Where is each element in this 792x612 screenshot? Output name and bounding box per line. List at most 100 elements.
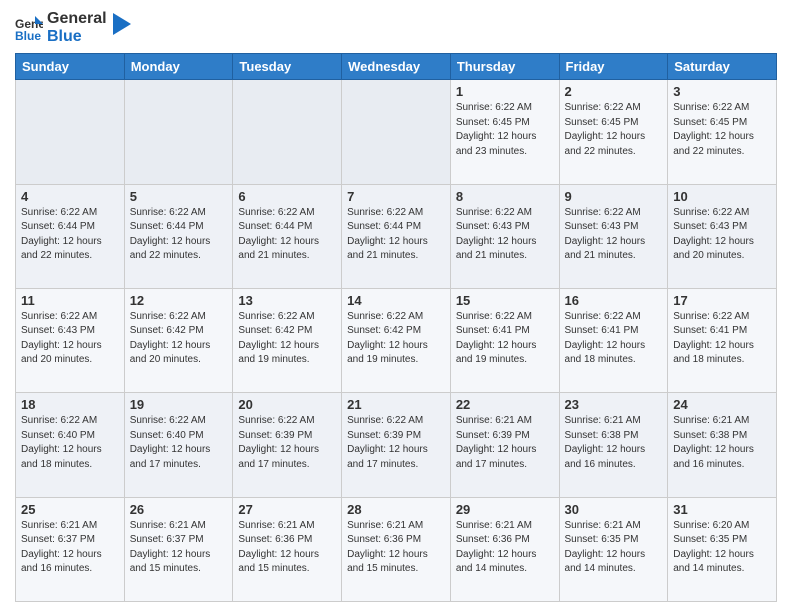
calendar-cell: 15 Sunrise: 6:22 AM Sunset: 6:41 PM Dayli…	[450, 288, 559, 392]
calendar-cell: 13Sunrise: 6:22 AM Sunset: 6:42 PM Dayli…	[233, 288, 342, 392]
day-number: 1	[456, 84, 554, 99]
calendar-row-1: 4 Sunrise: 6:22 AM Sunset: 6:44 PM Daylig…	[16, 184, 777, 288]
weekday-header-sunday: Sunday	[16, 54, 125, 80]
day-number: 18	[21, 397, 119, 412]
calendar-row-2: 11 Sunrise: 6:22 AM Sunset: 6:43 PM Dayli…	[16, 288, 777, 392]
weekday-header-friday: Friday	[559, 54, 668, 80]
day-info: Sunrise: 6:22 AM Sunset: 6:44 PM Dayligh…	[130, 206, 228, 264]
day-number: 23	[565, 397, 663, 412]
calendar-cell: 26Sunrise: 6:21 AM Sunset: 6:37 PM Dayli…	[124, 497, 233, 601]
day-number: 15	[456, 293, 554, 308]
day-number: 20	[238, 397, 336, 412]
day-number: 24	[673, 397, 771, 412]
day-info: Sunrise: 6:21 AM Sunset: 6:36 PM Dayligh…	[238, 519, 336, 577]
day-info: Sunrise: 6:22 AM Sunset: 6:45 PM Dayligh…	[673, 101, 771, 159]
day-number: 30	[565, 502, 663, 517]
day-info: Sunrise: 6:22 AM Sunset: 6:43 PM Dayligh…	[21, 310, 119, 368]
calendar-cell: 21 Sunrise: 6:22 AM Sunset: 6:39 PM Dayli…	[342, 393, 451, 497]
day-number: 21	[347, 397, 445, 412]
weekday-header-tuesday: Tuesday	[233, 54, 342, 80]
day-info: Sunrise: 6:22 AM Sunset: 6:44 PM Dayligh…	[21, 206, 119, 264]
calendar-cell: 31Sunrise: 6:20 AM Sunset: 6:35 PM Dayli…	[668, 497, 777, 601]
day-info: Sunrise: 6:21 AM Sunset: 6:37 PM Dayligh…	[21, 519, 119, 577]
calendar-cell: 16 Sunrise: 6:22 AM Sunset: 6:41 PM Dayli…	[559, 288, 668, 392]
day-info: Sunrise: 6:22 AM Sunset: 6:39 PM Dayligh…	[347, 414, 445, 472]
day-info: Sunrise: 6:22 AM Sunset: 6:41 PM Dayligh…	[456, 310, 554, 368]
logo-general: General	[47, 10, 107, 28]
logo-arrow-icon	[113, 13, 131, 35]
calendar-cell: 22 Sunrise: 6:21 AM Sunset: 6:39 PM Dayli…	[450, 393, 559, 497]
day-info: Sunrise: 6:22 AM Sunset: 6:45 PM Dayligh…	[456, 101, 554, 159]
day-number: 10	[673, 189, 771, 204]
calendar-cell: 11 Sunrise: 6:22 AM Sunset: 6:43 PM Dayli…	[16, 288, 125, 392]
calendar-cell: 10 Sunrise: 6:22 AM Sunset: 6:43 PM Dayli…	[668, 184, 777, 288]
day-info: Sunrise: 6:22 AM Sunset: 6:44 PM Dayligh…	[238, 206, 336, 264]
day-number: 9	[565, 189, 663, 204]
calendar-cell: 14Sunrise: 6:22 AM Sunset: 6:42 PM Dayli…	[342, 288, 451, 392]
day-number: 16	[565, 293, 663, 308]
calendar-cell: 8 Sunrise: 6:22 AM Sunset: 6:43 PM Daylig…	[450, 184, 559, 288]
day-number: 11	[21, 293, 119, 308]
weekday-header-row: SundayMondayTuesdayWednesdayThursdayFrid…	[16, 54, 777, 80]
calendar-cell: 20Sunrise: 6:22 AM Sunset: 6:39 PM Dayli…	[233, 393, 342, 497]
calendar-cell: 2Sunrise: 6:22 AM Sunset: 6:45 PM Daylig…	[559, 80, 668, 184]
day-info: Sunrise: 6:21 AM Sunset: 6:35 PM Dayligh…	[565, 519, 663, 577]
day-info: Sunrise: 6:22 AM Sunset: 6:43 PM Dayligh…	[565, 206, 663, 264]
calendar-cell: 23 Sunrise: 6:21 AM Sunset: 6:38 PM Dayli…	[559, 393, 668, 497]
day-number: 12	[130, 293, 228, 308]
day-number: 19	[130, 397, 228, 412]
calendar-row-4: 25 Sunrise: 6:21 AM Sunset: 6:37 PM Dayli…	[16, 497, 777, 601]
day-info: Sunrise: 6:21 AM Sunset: 6:39 PM Dayligh…	[456, 414, 554, 472]
day-info: Sunrise: 6:21 AM Sunset: 6:38 PM Dayligh…	[565, 414, 663, 472]
weekday-header-saturday: Saturday	[668, 54, 777, 80]
day-info: Sunrise: 6:22 AM Sunset: 6:45 PM Dayligh…	[565, 101, 663, 159]
calendar-cell: 29 Sunrise: 6:21 AM Sunset: 6:36 PM Dayli…	[450, 497, 559, 601]
calendar-cell: 5 Sunrise: 6:22 AM Sunset: 6:44 PM Daylig…	[124, 184, 233, 288]
day-number: 27	[238, 502, 336, 517]
logo: General Blue General Blue	[15, 10, 131, 45]
calendar-cell: 12Sunrise: 6:22 AM Sunset: 6:42 PM Dayli…	[124, 288, 233, 392]
day-info: Sunrise: 6:21 AM Sunset: 6:38 PM Dayligh…	[673, 414, 771, 472]
calendar-cell	[16, 80, 125, 184]
day-info: Sunrise: 6:22 AM Sunset: 6:40 PM Dayligh…	[130, 414, 228, 472]
calendar-cell: 25 Sunrise: 6:21 AM Sunset: 6:37 PM Dayli…	[16, 497, 125, 601]
day-info: Sunrise: 6:22 AM Sunset: 6:44 PM Dayligh…	[347, 206, 445, 264]
calendar-cell: 3 Sunrise: 6:22 AM Sunset: 6:45 PM Daylig…	[668, 80, 777, 184]
day-number: 4	[21, 189, 119, 204]
day-number: 26	[130, 502, 228, 517]
day-number: 29	[456, 502, 554, 517]
logo-icon: General Blue	[15, 14, 43, 42]
weekday-header-wednesday: Wednesday	[342, 54, 451, 80]
day-number: 14	[347, 293, 445, 308]
day-number: 7	[347, 189, 445, 204]
calendar-cell: 30 Sunrise: 6:21 AM Sunset: 6:35 PM Dayli…	[559, 497, 668, 601]
calendar-cell: 28Sunrise: 6:21 AM Sunset: 6:36 PM Dayli…	[342, 497, 451, 601]
day-number: 22	[456, 397, 554, 412]
day-info: Sunrise: 6:21 AM Sunset: 6:36 PM Dayligh…	[456, 519, 554, 577]
logo-blue: Blue	[47, 28, 107, 46]
day-number: 8	[456, 189, 554, 204]
day-number: 17	[673, 293, 771, 308]
day-info: Sunrise: 6:22 AM Sunset: 6:41 PM Dayligh…	[565, 310, 663, 368]
calendar-cell: 7 Sunrise: 6:22 AM Sunset: 6:44 PM Daylig…	[342, 184, 451, 288]
day-info: Sunrise: 6:22 AM Sunset: 6:43 PM Dayligh…	[456, 206, 554, 264]
calendar-cell: 9 Sunrise: 6:22 AM Sunset: 6:43 PM Daylig…	[559, 184, 668, 288]
day-info: Sunrise: 6:22 AM Sunset: 6:40 PM Dayligh…	[21, 414, 119, 472]
page: General Blue General Blue SundayMondayTu…	[0, 0, 792, 612]
day-info: Sunrise: 6:22 AM Sunset: 6:41 PM Dayligh…	[673, 310, 771, 368]
day-info: Sunrise: 6:22 AM Sunset: 6:43 PM Dayligh…	[673, 206, 771, 264]
calendar-cell: 18 Sunrise: 6:22 AM Sunset: 6:40 PM Dayli…	[16, 393, 125, 497]
header: General Blue General Blue	[15, 10, 777, 45]
calendar-cell	[233, 80, 342, 184]
day-number: 13	[238, 293, 336, 308]
day-info: Sunrise: 6:20 AM Sunset: 6:35 PM Dayligh…	[673, 519, 771, 577]
day-number: 3	[673, 84, 771, 99]
weekday-header-thursday: Thursday	[450, 54, 559, 80]
day-number: 25	[21, 502, 119, 517]
calendar-cell: 17 Sunrise: 6:22 AM Sunset: 6:41 PM Dayli…	[668, 288, 777, 392]
calendar-cell	[124, 80, 233, 184]
calendar-cell: 6Sunrise: 6:22 AM Sunset: 6:44 PM Daylig…	[233, 184, 342, 288]
day-number: 5	[130, 189, 228, 204]
calendar-cell: 4 Sunrise: 6:22 AM Sunset: 6:44 PM Daylig…	[16, 184, 125, 288]
calendar-table: SundayMondayTuesdayWednesdayThursdayFrid…	[15, 53, 777, 602]
